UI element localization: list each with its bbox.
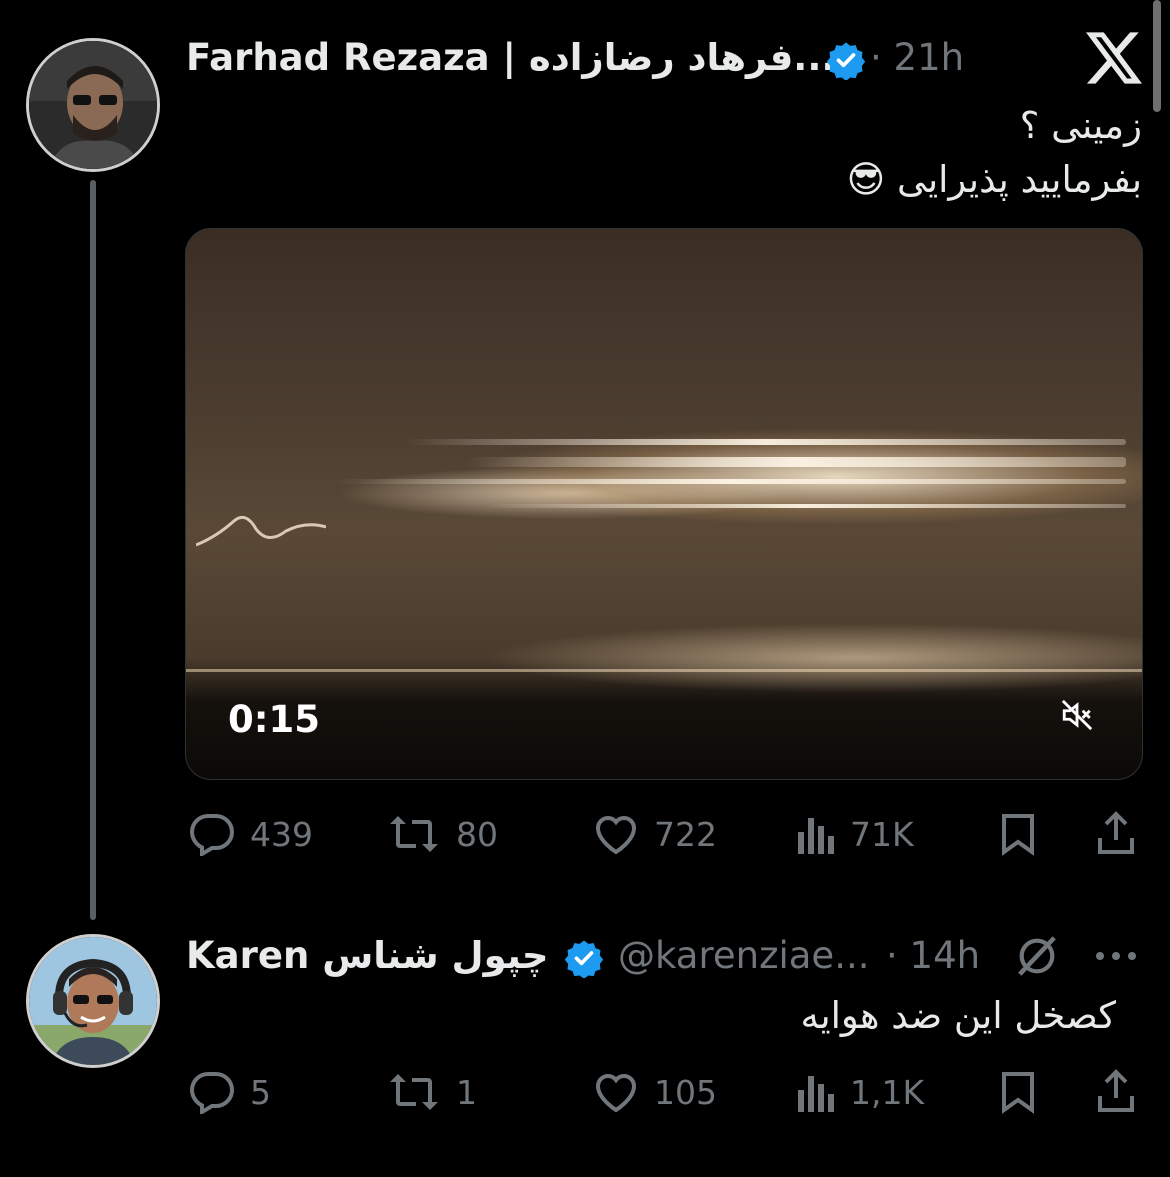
bookmark-icon[interactable] — [998, 812, 1038, 860]
reply-button[interactable]: 5 — [188, 1070, 271, 1114]
tweet-text-line-1: زمینی ؟ — [1019, 104, 1142, 147]
tracer-streak — [466, 457, 1126, 467]
like-icon — [595, 1074, 637, 1113]
x-logo-icon[interactable] — [1086, 32, 1142, 88]
avatar[interactable] — [26, 38, 160, 172]
like-button[interactable]: 105 — [592, 1070, 717, 1114]
display-name[interactable]: Karen چپول شناس — [186, 934, 549, 977]
repost-icon — [390, 1074, 438, 1110]
views-icon — [798, 818, 834, 854]
tweet-text: کصخل این ضد هوایه — [800, 994, 1116, 1037]
avatar-photo — [29, 937, 157, 1065]
tracer-streak — [406, 439, 1126, 445]
horizon — [186, 669, 1142, 672]
reply-count: 5 — [250, 1072, 271, 1112]
repost-count: 1 — [456, 1072, 477, 1112]
thread-line — [90, 180, 96, 920]
reply-icon — [189, 814, 235, 856]
views-button[interactable]: 1,1K — [796, 1070, 924, 1114]
like-button[interactable]: 722 — [592, 812, 717, 856]
verified-badge-icon — [826, 40, 866, 84]
repost-icon — [390, 816, 438, 852]
tweet-text-line-2: بفرمایید پذیرایی 😎 — [846, 158, 1142, 201]
avatar-photo — [29, 41, 157, 169]
avatar[interactable] — [26, 934, 160, 1068]
like-icon — [595, 816, 637, 855]
share-icon[interactable] — [1094, 1068, 1138, 1118]
timestamp[interactable]: · 21h — [870, 36, 964, 79]
views-count: 1,1K — [850, 1072, 925, 1112]
display-name[interactable]: Farhad Rezaza | فرهاد رضازاده... — [186, 36, 835, 79]
tracer-streak — [336, 479, 1126, 484]
mute-icon[interactable] — [1060, 698, 1094, 736]
views-icon — [798, 1076, 834, 1112]
like-count: 722 — [654, 814, 717, 854]
reply-button[interactable]: 439 — [188, 812, 313, 856]
tweet-1[interactable]: Farhad Rezaza | فرهاد رضازاده... · 21h ز… — [0, 0, 1170, 920]
like-count: 105 — [654, 1072, 717, 1112]
tracer-streak — [486, 504, 1126, 508]
share-icon[interactable] — [1094, 810, 1138, 860]
verified-badge-icon — [564, 938, 604, 982]
views-count: 71K — [850, 814, 914, 854]
more-icon[interactable] — [1094, 948, 1138, 967]
reply-count: 439 — [250, 814, 313, 854]
repost-button[interactable]: 80 — [386, 812, 498, 856]
tracer-wave — [196, 515, 326, 547]
repost-count: 80 — [456, 814, 498, 854]
video-duration: 0:15 — [228, 698, 321, 741]
timestamp[interactable]: · 14h — [886, 934, 980, 977]
tweet-2[interactable]: Karen چپول شناس @karenziae... · 14h کصخل… — [0, 900, 1170, 1177]
reply-icon — [189, 1072, 235, 1114]
video-player[interactable] — [185, 228, 1143, 780]
bookmark-icon[interactable] — [998, 1070, 1038, 1118]
views-button[interactable]: 71K — [796, 812, 914, 856]
grok-icon[interactable] — [1014, 934, 1060, 982]
handle[interactable]: @karenziae... — [618, 934, 869, 977]
repost-button[interactable]: 1 — [386, 1070, 477, 1114]
